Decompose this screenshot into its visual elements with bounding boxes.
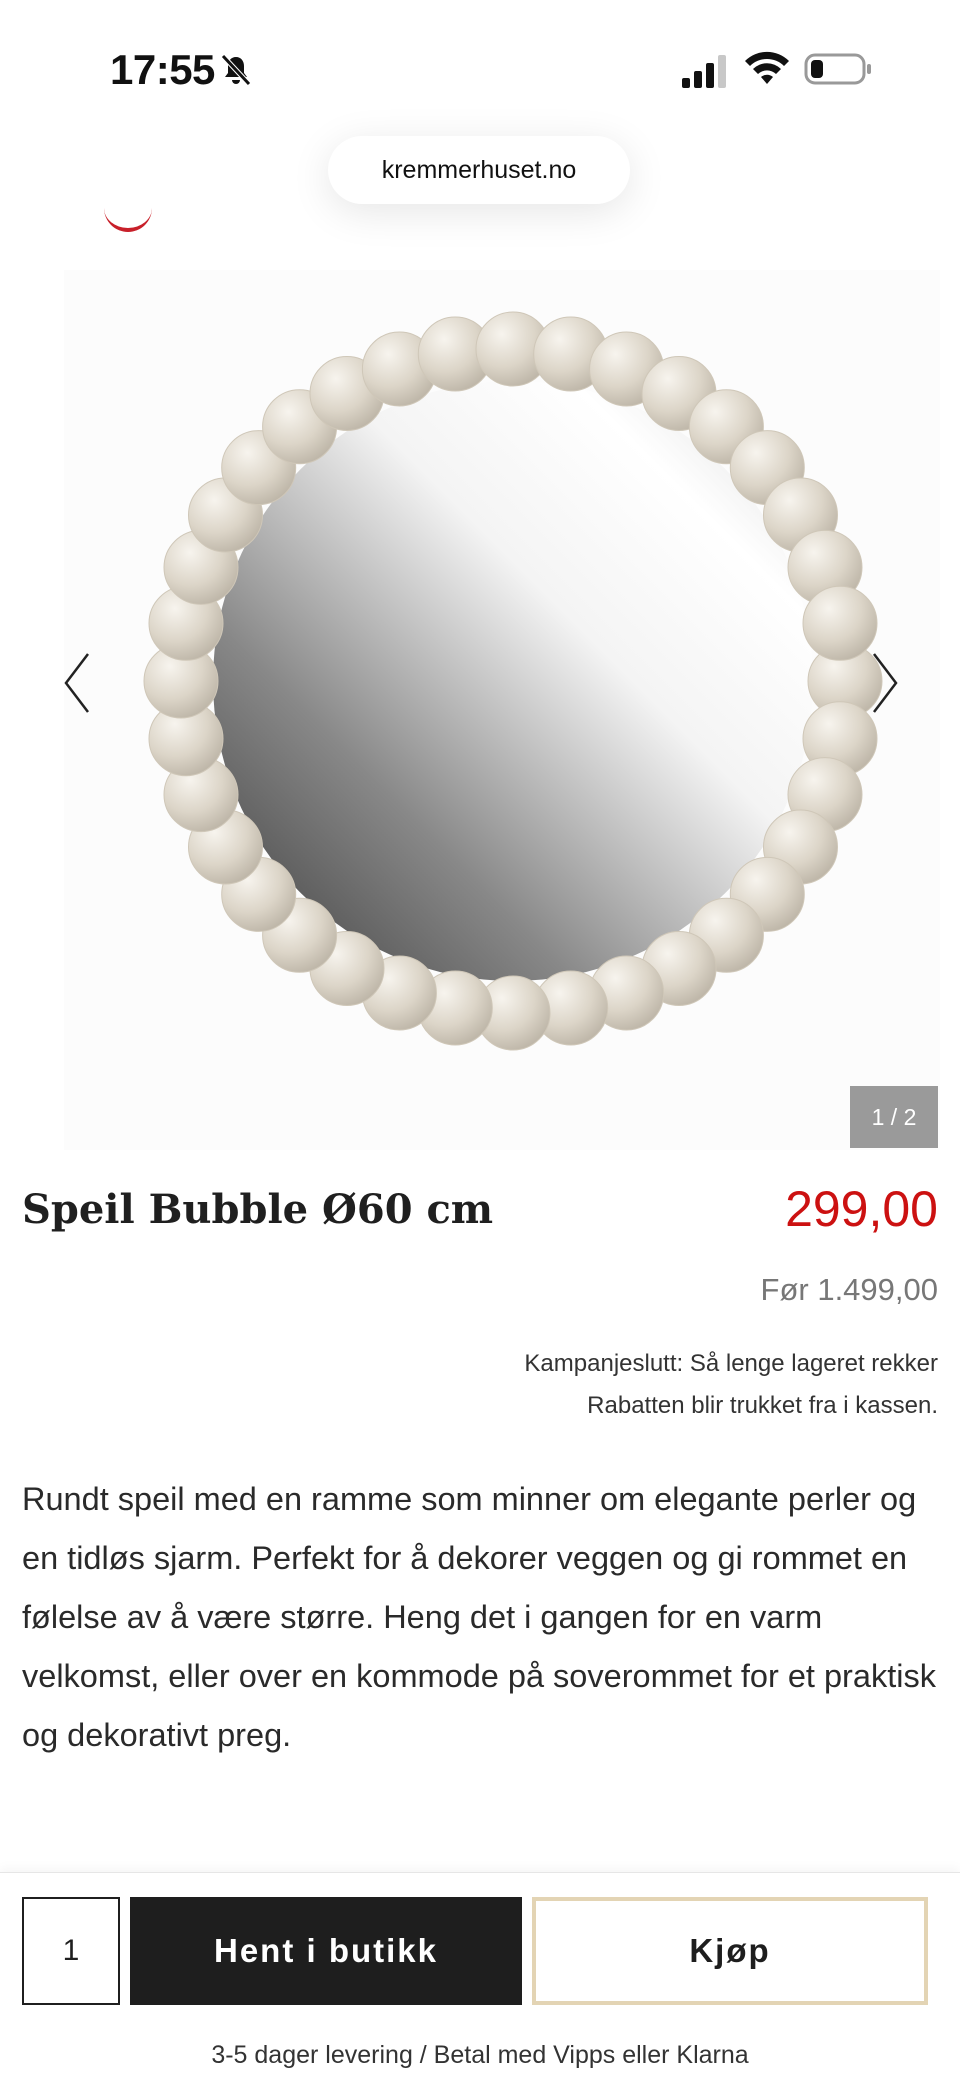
bead [802, 585, 878, 661]
purchase-bar: Hent i butikk Kjøp 3-5 dager levering / … [0, 1872, 960, 2086]
bell-slash-icon [221, 54, 251, 86]
status-bar: 17:55 [0, 0, 960, 130]
product-image [143, 311, 883, 1051]
product-description: Rundt speil med en ramme som minner om e… [22, 1481, 936, 1753]
product-image-gallery[interactable] [64, 270, 940, 1150]
current-price: 299,00 [785, 1181, 938, 1237]
pickup-in-store-button[interactable]: Hent i butikk [130, 1897, 522, 2005]
url-bar[interactable]: kremmerhuset.no [328, 136, 630, 204]
status-time: 17:55 [110, 46, 215, 93]
buy-button[interactable]: Kjøp [532, 1897, 928, 2005]
cellular-signal-icon [682, 55, 726, 88]
campaign-end-note: Kampanjeslutt: Så lenge lageret rekker [524, 1350, 938, 1377]
logo-fragment [104, 208, 152, 232]
wifi-icon [745, 51, 789, 84]
chevron-left-icon[interactable] [62, 650, 92, 716]
discount-note: Rabatten blir trukket fra i kassen. [587, 1392, 938, 1419]
quantity-input[interactable] [22, 1897, 120, 2005]
delivery-note: 3-5 dager levering / Betal med Vipps ell… [211, 2041, 749, 2069]
product-title: Speil Bubble Ø60 cm [22, 1186, 494, 1233]
chevron-right-icon[interactable] [870, 650, 900, 716]
battery-low-icon [804, 53, 871, 85]
old-price: Før 1.499,00 [760, 1272, 938, 1307]
image-counter: 1 / 2 [850, 1086, 938, 1148]
